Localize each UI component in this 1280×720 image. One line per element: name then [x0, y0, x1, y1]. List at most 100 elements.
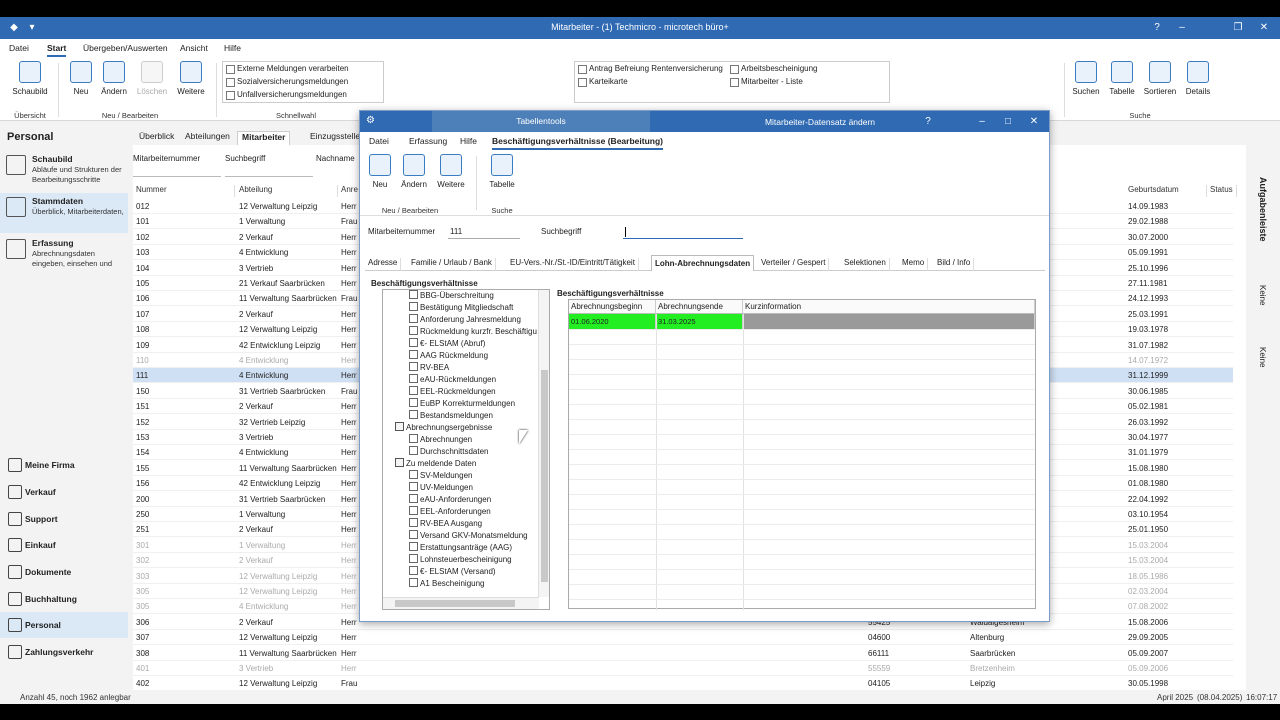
restore-button[interactable]: ❐ — [1228, 20, 1248, 36]
suchbegriff-field[interactable] — [623, 225, 743, 239]
column-header-beginn[interactable]: Abrechnungsbeginn — [569, 300, 656, 314]
loeschen-button[interactable]: Löschen — [134, 61, 170, 96]
tree-item[interactable]: RV-BEA Ausgang — [409, 518, 482, 530]
menu-ansicht[interactable]: Ansicht — [180, 43, 208, 53]
tree-item[interactable]: Durchschnittsdaten — [409, 446, 488, 458]
sidebar-item-erfassung[interactable]: Erfassung Abrechnungsdaten eingeben, eins… — [0, 235, 128, 275]
filter-input[interactable] — [225, 165, 313, 177]
list-item[interactable]: Karteikarte — [575, 75, 628, 88]
aufgabenleiste-label[interactable]: Aufgabenleiste — [1258, 177, 1268, 242]
dialog-help-button[interactable]: ? — [918, 114, 938, 130]
menu-uebergeben[interactable]: Übergeben/Auswerten — [83, 43, 168, 53]
tree-item[interactable]: EEL-Anforderungen — [409, 506, 491, 518]
column-header-geburtsdatum[interactable]: Geburtsdatum — [1125, 185, 1207, 197]
details-button[interactable]: Details — [1182, 61, 1214, 96]
close-button[interactable]: ✕ — [1254, 20, 1274, 36]
table-row[interactable]: 308 11 Verwaltung Saarbrücken Herr 66111 Saa… — [133, 646, 1233, 661]
column-header-abteilung[interactable]: Abteilung — [236, 185, 338, 197]
sidebar-item-stammdaten[interactable]: Stammdaten Überblick, Mitarbeiterdaten, — [0, 193, 128, 233]
schaubild-button[interactable]: Schaubild — [12, 61, 48, 96]
tree-scrollbar[interactable] — [538, 290, 549, 597]
module-buchhaltung[interactable]: Buchhaltung — [0, 586, 128, 612]
dialog-menu-erfassung[interactable]: Erfassung — [409, 136, 447, 146]
column-header-nummer[interactable]: Nummer — [133, 185, 235, 197]
tree-scroll-thumb[interactable] — [541, 370, 548, 582]
tab-familie[interactable]: Familie / Urlaub / Bank — [408, 258, 496, 271]
tab-eu-vers[interactable]: EU-Vers.-Nr./St.-ID/Eintritt/Tätigkeit — [507, 258, 639, 271]
neu-button[interactable]: Neu — [68, 61, 94, 96]
tab-ueberblick[interactable]: Überblick — [135, 131, 178, 145]
module-dokumente[interactable]: Dokumente — [0, 559, 128, 585]
tree-item[interactable]: Erstattungsanträge (AAG) — [409, 542, 512, 554]
tree-item[interactable]: Anforderung Jahresmeldung — [409, 314, 521, 326]
tree-item[interactable]: Rückmeldung kurzfr. Beschäftigu — [409, 326, 537, 338]
table-row[interactable]: 401 3 Vertrieb Herr 55559 Bretzenheim 05.09.2… — [133, 661, 1233, 676]
tree-item[interactable]: UV-Meldungen — [409, 482, 473, 494]
tab-bild-info[interactable]: Bild / Info — [934, 258, 975, 271]
keine-label[interactable]: Keine — [1258, 285, 1267, 305]
dialog-close-button[interactable]: ✕ — [1024, 114, 1044, 130]
tree-folder[interactable]: Abrechnungsergebnisse — [395, 422, 492, 434]
sortieren-button[interactable]: Sortieren — [1142, 61, 1178, 96]
mitarbeiternummer-field[interactable]: 111 — [448, 225, 520, 239]
tab-mitarbeiter[interactable]: Mitarbeiter — [237, 131, 291, 145]
dialog-tabelle-button[interactable]: Tabelle — [486, 154, 518, 189]
tab-lohn-abrechnungsdaten[interactable]: Lohn-Abrechnungsdaten — [651, 255, 755, 271]
tree-item[interactable]: eAU-Rückmeldungen — [409, 374, 496, 386]
tabelle-button[interactable]: Tabelle — [1106, 61, 1138, 96]
schnellwahl-item[interactable]: Externe Meldungen verarbeiten — [223, 62, 383, 75]
column-header-kurzinfo[interactable]: Kurzinformation — [743, 300, 1035, 314]
tree-item[interactable]: BBG-Überschreitung — [409, 290, 494, 302]
dialog-aendern-button[interactable]: Ändern — [398, 154, 430, 189]
tab-adresse[interactable]: Adresse — [365, 258, 402, 271]
module-support[interactable]: Support — [0, 506, 128, 532]
schnellwahl-item[interactable]: Sozialversicherungsmeldungen — [223, 75, 383, 88]
dialog-minimize-button[interactable]: – — [972, 114, 992, 130]
tree-hscrollbar[interactable] — [383, 597, 539, 609]
column-header-ende[interactable]: Abrechnungsende — [656, 300, 743, 314]
tree-item[interactable]: AAG Rückmeldung — [409, 350, 488, 362]
tree-item[interactable]: €- ELStAM (Versand) — [409, 566, 496, 578]
dialog-menu-datei[interactable]: Datei — [369, 136, 389, 146]
tab-selektionen[interactable]: Selektionen — [841, 258, 890, 271]
suchen-button[interactable]: Suchen — [1070, 61, 1102, 96]
tree-hscroll-thumb[interactable] — [395, 600, 515, 607]
tree-item[interactable]: SV-Meldungen — [409, 470, 472, 482]
cell-ende[interactable]: 31.03.2025 — [656, 314, 743, 329]
filter-input[interactable] — [133, 165, 221, 177]
dialog-weitere-button[interactable]: Weitere — [434, 154, 468, 189]
table-row[interactable]: 307 12 Verwaltung Leipzig Herr 04600 Altenbu… — [133, 630, 1233, 646]
menu-datei[interactable]: Datei — [9, 43, 29, 53]
schnellwahl-item[interactable]: Unfallversicherungsmeldungen — [223, 88, 383, 101]
module-zahlungsverkehr[interactable]: Zahlungsverkehr — [0, 639, 128, 665]
tree-item[interactable]: Lohnsteuerbescheinigung — [409, 554, 512, 566]
menu-start[interactable]: Start — [47, 43, 67, 57]
tree-item[interactable]: EEL-Rückmeldungen — [409, 386, 496, 398]
keine-label[interactable]: Keine — [1258, 347, 1267, 367]
dialog-menu-beschaeftigung[interactable]: Beschäftigungsverhältnisse (Bearbeitung) — [492, 136, 663, 150]
tree-item[interactable]: Bestandsmeldungen — [409, 410, 493, 422]
dialog-menu-hilfe[interactable]: Hilfe — [460, 136, 477, 146]
menu-hilfe[interactable]: Hilfe — [224, 43, 241, 53]
dialog-maximize-button[interactable]: □ — [998, 114, 1018, 130]
module-meine-firma[interactable]: Meine Firma — [0, 452, 128, 478]
tree-item[interactable]: eAU-Anforderungen — [409, 494, 491, 506]
list-item[interactable]: Antrag Befreiung Rentenversicherung — [575, 62, 723, 75]
list-item[interactable]: Arbeitsbescheinigung — [727, 62, 818, 75]
tree-folder[interactable]: Zu meldende Daten — [395, 458, 476, 470]
list-item[interactable]: Mitarbeiter - Liste — [727, 75, 803, 88]
cell-kurzinfo[interactable] — [743, 314, 1035, 329]
minimize-button[interactable]: – — [1172, 20, 1192, 36]
tree-item[interactable]: A1 Bescheinigung — [409, 578, 485, 590]
tree-item[interactable]: RV-BEA — [409, 362, 449, 374]
module-verkauf[interactable]: Verkauf — [0, 479, 128, 505]
help-button[interactable]: ? — [1147, 20, 1167, 36]
module-einkauf[interactable]: Einkauf — [0, 532, 128, 558]
module-personal[interactable]: Personal — [0, 612, 128, 638]
tab-abteilungen[interactable]: Abteilungen — [181, 131, 234, 145]
column-header-status[interactable]: Status — [1207, 185, 1237, 197]
tree-item[interactable]: €- ELStAM (Abruf) — [409, 338, 485, 350]
weitere-button[interactable]: Weitere — [174, 61, 208, 96]
aendern-button[interactable]: Ändern — [98, 61, 130, 96]
cell-beginn[interactable]: 01.06.2020 — [569, 314, 656, 329]
